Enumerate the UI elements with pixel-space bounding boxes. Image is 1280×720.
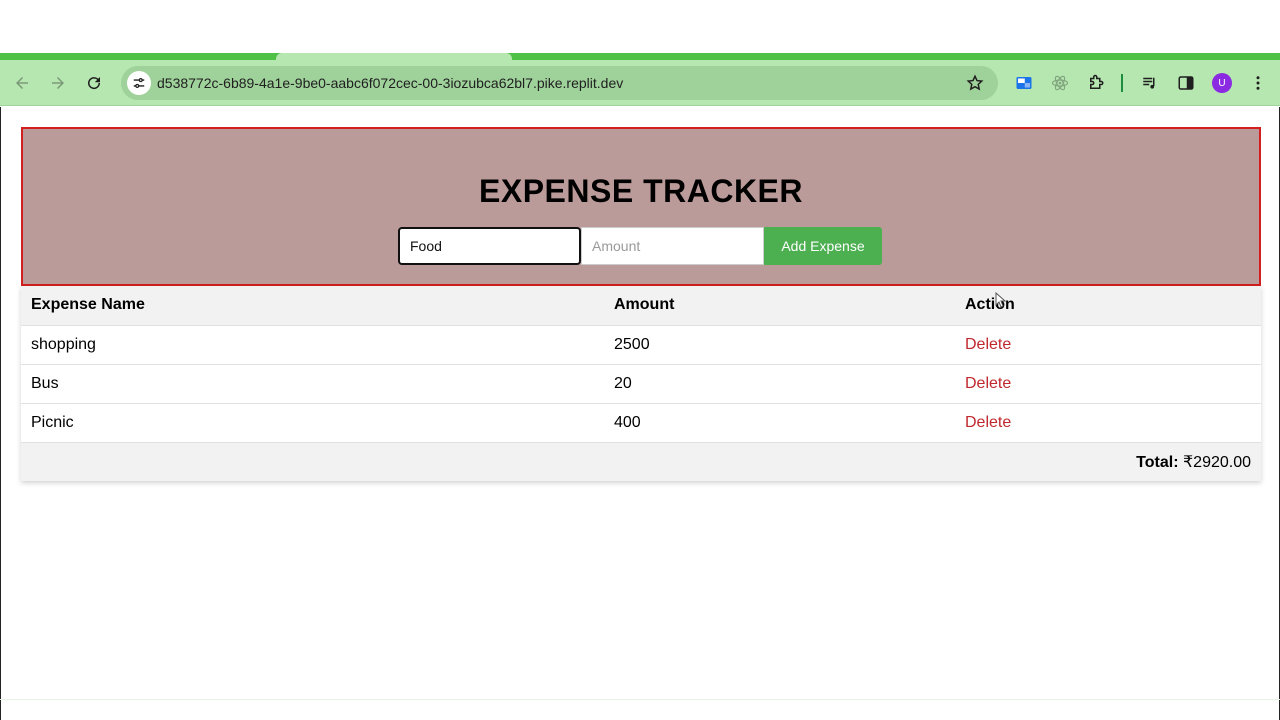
- expense-name-cell: Picnic: [21, 402, 604, 442]
- expense-amount-cell: 2500: [604, 324, 955, 364]
- side-panel-button[interactable]: [1175, 72, 1197, 94]
- extension-1-button[interactable]: [1013, 72, 1035, 94]
- delete-button[interactable]: Delete: [965, 336, 1011, 353]
- url-text: d538772c-6b89-4a1e-9be0-aabc6f072cec-00-…: [157, 75, 624, 91]
- page-title: EXPENSE TRACKER: [479, 173, 803, 209]
- browser-menu-button[interactable]: [1247, 72, 1269, 94]
- expense-name-cell: shopping: [21, 324, 604, 364]
- arrow-left-icon: [16, 77, 28, 89]
- tab-strip: [0, 53, 1280, 60]
- total-row: Total: ₹2920.00: [21, 441, 1261, 481]
- address-bar[interactable]: d538772c-6b89-4a1e-9be0-aabc6f072cec-00-…: [121, 66, 998, 100]
- table-row: shopping 2500 Delete: [21, 324, 1261, 364]
- media-control-button[interactable]: [1139, 72, 1161, 94]
- tune-icon: [133, 77, 145, 89]
- browser-toolbar: d538772c-6b89-4a1e-9be0-aabc6f072cec-00-…: [0, 60, 1280, 106]
- site-info-button[interactable]: [127, 71, 151, 95]
- expense-table: Expense Name Amount Action shopping 2500…: [21, 286, 1261, 481]
- more-vert-icon: [1256, 76, 1260, 90]
- forward-button[interactable]: [46, 71, 70, 95]
- profile-avatar[interactable]: U: [1212, 73, 1232, 93]
- react-devtools-icon: [1051, 75, 1069, 91]
- header-amount: Amount: [604, 286, 955, 325]
- delete-button[interactable]: Delete: [965, 414, 1011, 431]
- reload-icon: [88, 77, 101, 90]
- back-button[interactable]: [10, 71, 34, 95]
- reload-button[interactable]: [82, 71, 106, 95]
- amount-input[interactable]: [581, 227, 764, 265]
- puzzle-icon: [1090, 74, 1104, 89]
- add-expense-button[interactable]: Add Expense: [764, 227, 882, 265]
- extensions-button[interactable]: [1085, 72, 1107, 94]
- expense-form: Add Expense: [398, 227, 882, 265]
- bookmark-star-icon[interactable]: [966, 74, 984, 92]
- expense-name-cell: Bus: [21, 363, 604, 403]
- expense-name-input[interactable]: [398, 227, 581, 265]
- expense-amount-cell: 400: [604, 402, 955, 442]
- arrow-right-icon: [52, 77, 64, 89]
- toolbar-separator: [1121, 74, 1123, 92]
- app-header: EXPENSE TRACKER Add Expense: [21, 127, 1261, 286]
- mouse-cursor-icon: [995, 292, 1007, 308]
- window-top-area: [0, 0, 1280, 53]
- active-tab[interactable]: [276, 53, 512, 60]
- expense-table-container: Expense Name Amount Action shopping 2500…: [21, 286, 1261, 481]
- window-extension-icon: [1016, 77, 1032, 89]
- extension-2-button[interactable]: [1049, 72, 1071, 94]
- queue-music-icon: [1143, 77, 1155, 89]
- expense-amount-cell: 20: [604, 363, 955, 403]
- side-panel-icon: [1178, 76, 1194, 90]
- delete-button[interactable]: Delete: [965, 375, 1011, 392]
- page-viewport: EXPENSE TRACKER Add Expense Expense Name…: [0, 107, 1280, 720]
- table-row: Picnic 400 Delete: [21, 402, 1261, 442]
- total-cell: Total: ₹2920.00: [21, 441, 1261, 481]
- table-header-row: Expense Name Amount Action: [21, 286, 1261, 325]
- page-bottom-divider: [0, 699, 1280, 700]
- total-label: Total:: [1136, 453, 1179, 471]
- table-row: Bus 20 Delete: [21, 363, 1261, 403]
- total-value: ₹2920.00: [1182, 453, 1251, 471]
- header-expense-name: Expense Name: [21, 286, 604, 325]
